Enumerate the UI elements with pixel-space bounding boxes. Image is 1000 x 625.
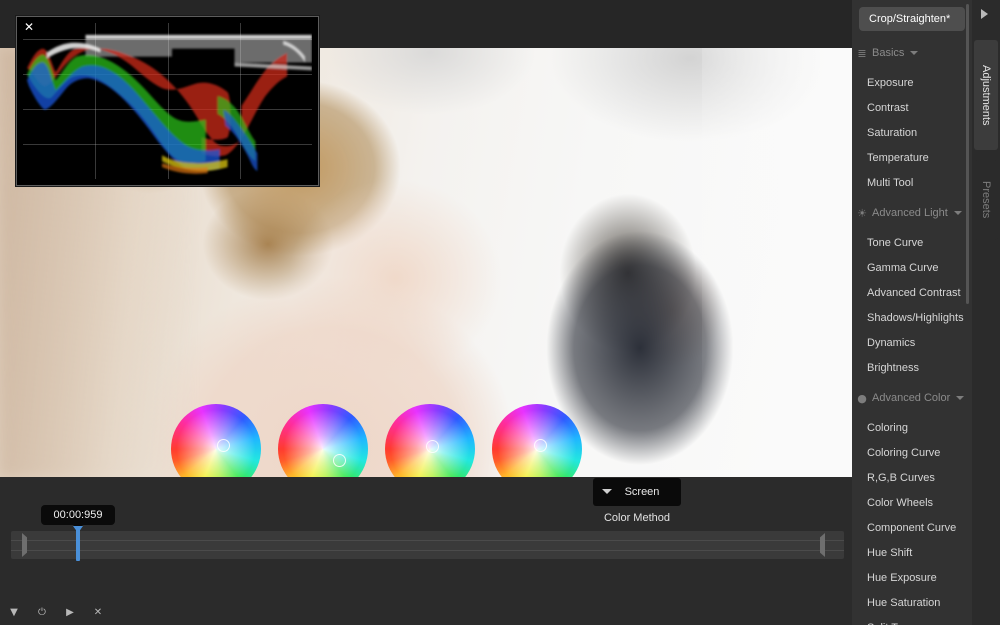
sidebar-item-exposure[interactable]: Exposure xyxy=(852,70,972,95)
sidebar-item-brightness[interactable]: Brightness xyxy=(852,355,972,380)
timecode-readout: 00:00:959 xyxy=(41,505,115,525)
sidebar-item-saturation[interactable]: Saturation xyxy=(852,120,972,145)
sidebar-item-dynamics[interactable]: Dynamics xyxy=(852,330,972,355)
sidebar-item-coloring[interactable]: Coloring xyxy=(852,415,972,440)
section-title: Advanced Color xyxy=(872,392,950,404)
chevron-down-icon xyxy=(954,211,962,215)
app-root: ✕ All Shadows Midtones xyxy=(0,0,1000,625)
sidebar-item-split-tone[interactable]: Split Tone xyxy=(852,615,972,625)
timeline-track[interactable] xyxy=(11,531,844,559)
sun-icon: ☀ xyxy=(852,207,872,220)
crop-straighten-button[interactable]: Crop/Straighten* xyxy=(859,7,965,31)
play-icon[interactable]: ▶ xyxy=(64,607,76,618)
chevron-down-icon xyxy=(910,51,918,55)
sidebar-item-hue-exposure[interactable]: Hue Exposure xyxy=(852,565,972,590)
sidebar-item-component-curve[interactable]: Component Curve xyxy=(852,515,972,540)
timeline-rule xyxy=(11,540,844,541)
dropdown-icon[interactable]: ▼ xyxy=(8,607,20,618)
timeline-playhead[interactable] xyxy=(76,527,80,561)
panel-tab-rail: Adjustments Presets xyxy=(972,0,1000,625)
sliders-icon: ≣ xyxy=(852,47,872,60)
color-wheel-all[interactable]: All xyxy=(171,404,261,477)
color-method-dropdown[interactable]: Screen xyxy=(593,478,681,506)
section-header-advanced-color[interactable]: ● Advanced Color xyxy=(852,387,972,409)
color-wheel-highlights[interactable]: Highlights xyxy=(492,404,582,477)
sidebar-scrollbar[interactable] xyxy=(966,4,969,304)
color-wheel-midtones[interactable]: Midtones xyxy=(385,404,475,477)
color-method-control: Screen Color Method xyxy=(593,478,681,524)
sidebar-item-advanced-contrast[interactable]: Advanced Contrast xyxy=(852,280,972,305)
sidebar-item-color-wheels[interactable]: Color Wheels xyxy=(852,490,972,515)
player-toolbar: ▼ ⏻ ▶ ✕ xyxy=(8,607,104,618)
sidebar-item-hue-saturation[interactable]: Hue Saturation xyxy=(852,590,972,615)
sidebar-item-multi-tool[interactable]: Multi Tool xyxy=(852,170,972,195)
effects-strip: ✕ ⚑ ⏻ Sharpen ✕ ⚑ ⏻ Exposure ✕ ⚑ ⏻ Satur… xyxy=(0,562,852,625)
sidebar-item-coloring-curve[interactable]: Coloring Curve xyxy=(852,440,972,465)
color-method-label: Color Method xyxy=(593,512,681,524)
expand-panel-icon[interactable] xyxy=(981,9,988,19)
color-wheels-group: All Shadows Midtones Highlights xyxy=(0,404,852,477)
scope-close-icon[interactable]: ✕ xyxy=(21,19,37,35)
color-wheel-handle[interactable] xyxy=(426,440,439,453)
timeline-rule xyxy=(11,550,844,551)
section-title: Basics xyxy=(872,47,904,59)
color-wheel-disc[interactable] xyxy=(171,404,261,477)
video-preview[interactable]: ✕ All Shadows Midtones xyxy=(0,0,852,477)
color-wheel-handle[interactable] xyxy=(217,439,230,452)
power-icon[interactable]: ⏻ xyxy=(36,607,48,618)
color-wheel-handle[interactable] xyxy=(333,454,346,467)
sidebar-item-contrast[interactable]: Contrast xyxy=(852,95,972,120)
sidebar-item-tone-curve[interactable]: Tone Curve xyxy=(852,230,972,255)
chevron-down-icon xyxy=(956,396,964,400)
section-header-advanced-light[interactable]: ☀ Advanced Light xyxy=(852,202,972,224)
sidebar-item-shadows-highlights[interactable]: Shadows/Highlights xyxy=(852,305,972,330)
color-wheel-disc[interactable] xyxy=(278,404,368,477)
tab-adjustments[interactable]: Adjustments xyxy=(974,40,998,150)
section-title: Advanced Light xyxy=(872,207,948,219)
color-wheel-handle[interactable] xyxy=(534,439,547,452)
main-area: ✕ All Shadows Midtones xyxy=(0,0,852,625)
scope-trace xyxy=(23,23,312,179)
scope-canvas xyxy=(23,23,312,179)
tab-presets[interactable]: Presets xyxy=(974,160,998,240)
sidebar-item-hue-shift[interactable]: Hue Shift xyxy=(852,540,972,565)
chevron-down-icon xyxy=(602,489,612,494)
section-header-basics[interactable]: ≣ Basics xyxy=(852,42,972,64)
rgb-waveform-scope[interactable]: ✕ xyxy=(16,16,319,186)
close-icon[interactable]: ✕ xyxy=(92,607,104,618)
sidebar-item-gamma-curve[interactable]: Gamma Curve xyxy=(852,255,972,280)
sidebar-item-rgb-curves[interactable]: R,G,B Curves xyxy=(852,465,972,490)
droplet-icon: ● xyxy=(852,392,872,405)
adjustments-sidebar: Crop/Straighten* ≣ Basics Exposure Contr… xyxy=(852,0,972,625)
sidebar-item-temperature[interactable]: Temperature xyxy=(852,145,972,170)
color-wheel-shadows[interactable]: Shadows xyxy=(278,404,368,477)
